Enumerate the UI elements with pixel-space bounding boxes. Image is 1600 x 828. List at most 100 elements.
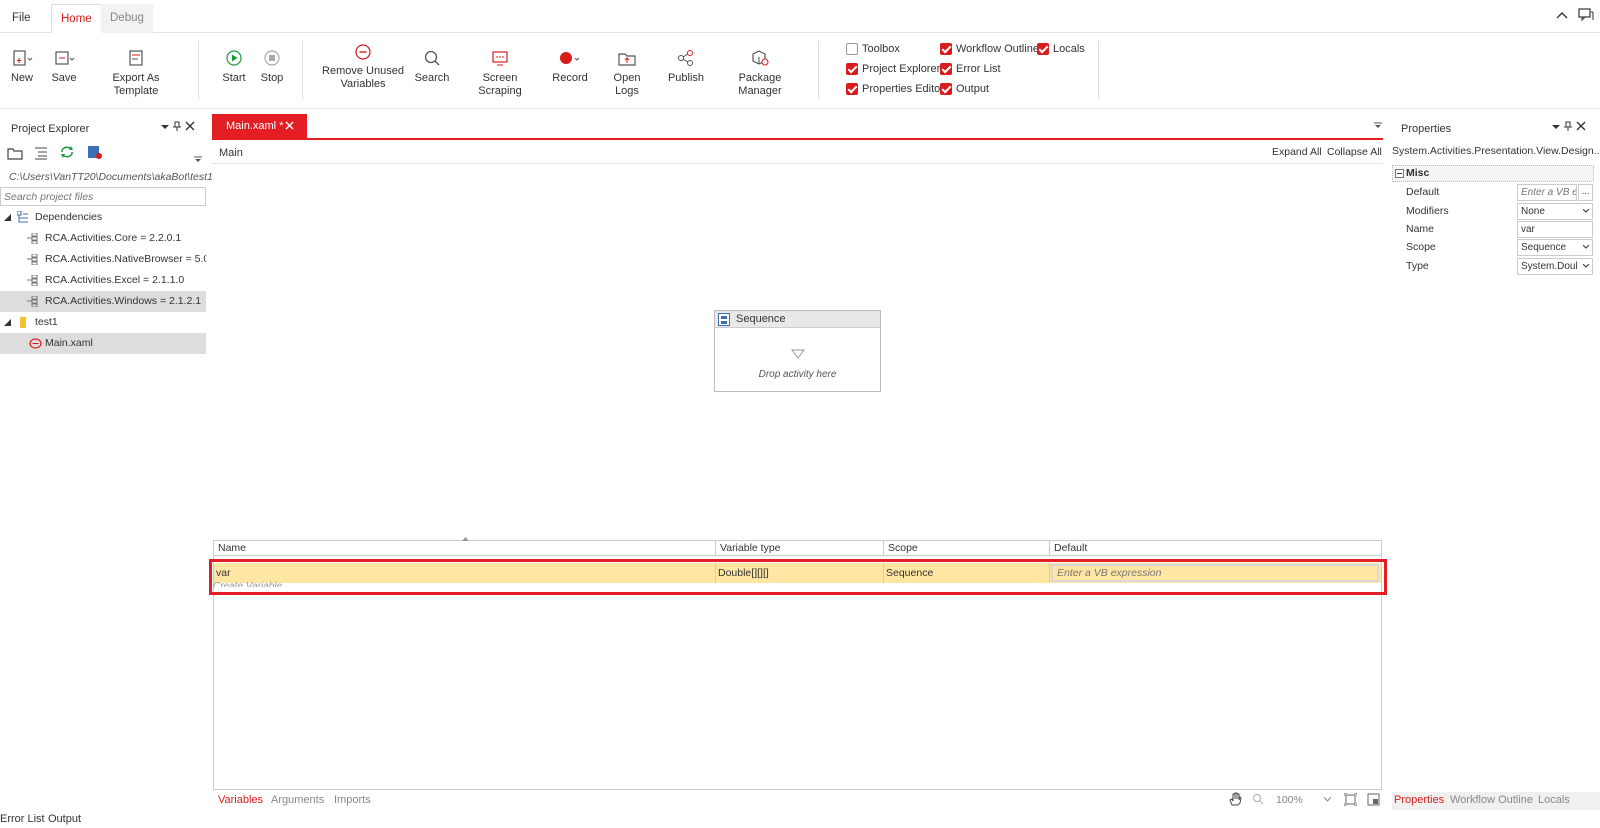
export-template-icon [129, 50, 143, 66]
tab-arguments[interactable]: Arguments [271, 794, 324, 806]
tab-locals[interactable]: Locals [1538, 794, 1570, 806]
tab-workflow-outline[interactable]: Workflow Outline [1450, 794, 1533, 806]
scope-select[interactable]: Sequence [1517, 239, 1593, 256]
column-header-type[interactable]: Variable type [716, 541, 884, 555]
tree-dependencies[interactable]: Dependencies [0, 207, 206, 228]
export-template-button[interactable]: Export As Template [90, 33, 182, 107]
package-manager-button[interactable]: Package Manager [718, 33, 802, 107]
workflow-file-icon [29, 338, 42, 349]
tab-output[interactable]: Output [48, 813, 81, 825]
settings-file-icon[interactable] [87, 145, 103, 160]
search-project-input[interactable] [0, 187, 206, 206]
package-icon [27, 233, 39, 244]
tab-strip-underline [212, 138, 1383, 140]
screen-scraping-button[interactable]: Screen Scraping [462, 33, 538, 107]
overflow-icon[interactable] [194, 155, 202, 163]
tree-dependency-item[interactable]: RCA.Activities.Excel = 2.1.1.0 [0, 270, 206, 291]
ellipsis-button[interactable]: ... [1578, 184, 1593, 201]
overview-map-icon[interactable] [1367, 793, 1380, 806]
panel-dropdown-icon[interactable] [1552, 123, 1560, 131]
tab-list-icon[interactable] [1374, 122, 1382, 130]
tree-expanded-icon[interactable] [4, 319, 11, 326]
toggle-output[interactable]: Output [940, 81, 989, 97]
toggle-properties-editor[interactable]: Properties Editor [846, 81, 944, 97]
checkbox[interactable] [940, 43, 952, 55]
tab-variables[interactable]: Variables [218, 794, 263, 806]
close-icon[interactable] [185, 121, 195, 131]
expand-tree-icon[interactable] [33, 146, 49, 160]
column-header-default[interactable]: Default [1050, 541, 1381, 555]
tree-dependency-item[interactable]: RCA.Activities.NativeBrowser = 5.0.0 [0, 249, 206, 270]
panel-title: Properties [1401, 123, 1452, 135]
collapse-category-icon[interactable] [1395, 169, 1404, 178]
tree-main-file[interactable]: Main.xaml [0, 333, 206, 354]
tree-expanded-icon[interactable] [4, 214, 11, 221]
hand-pan-icon[interactable] [1228, 792, 1242, 806]
tab-imports[interactable]: Imports [334, 794, 371, 806]
search-icon [424, 50, 440, 66]
remove-unused-variables-button[interactable]: Remove Unused Variables [322, 33, 404, 107]
checkbox[interactable] [846, 63, 858, 75]
ribbon-separator [818, 41, 819, 99]
checkbox[interactable] [1037, 43, 1049, 55]
tree-project-folder[interactable]: test1 [0, 312, 206, 333]
modifiers-select[interactable]: None [1517, 203, 1593, 220]
tree-dependency-item[interactable]: RCA.Activities.Core = 2.2.0.1 [0, 228, 206, 249]
fit-screen-icon[interactable] [1344, 793, 1357, 806]
panel-dropdown-icon[interactable] [161, 123, 169, 131]
type-select[interactable]: System.Doul [1517, 258, 1593, 275]
tab-debug[interactable]: Debug [101, 4, 153, 33]
open-logs-button[interactable]: Open Logs [602, 33, 652, 107]
zoom-dropdown-icon[interactable] [1324, 797, 1331, 802]
name-input[interactable]: var [1517, 221, 1593, 238]
pin-icon[interactable] [1564, 121, 1572, 132]
expand-all-link[interactable]: Expand All [1272, 146, 1322, 158]
zoom-icon[interactable] [1252, 793, 1264, 805]
start-button[interactable]: Start [218, 33, 250, 107]
close-tab-icon[interactable] [285, 121, 294, 130]
checkbox[interactable] [940, 83, 952, 95]
stop-button[interactable]: Stop [256, 33, 288, 107]
toggle-locals[interactable]: Locals [1037, 41, 1085, 57]
tab-properties[interactable]: Properties [1394, 794, 1444, 806]
checkbox[interactable] [940, 63, 952, 75]
toggle-project-explorer[interactable]: Project Explorer [846, 61, 940, 77]
column-header-name[interactable]: Name [214, 541, 716, 555]
toggle-error-list[interactable]: Error List [940, 61, 1001, 77]
category-header[interactable]: Misc [1392, 165, 1594, 182]
search-button[interactable]: Search [414, 33, 450, 107]
new-button[interactable]: New [6, 33, 38, 107]
toggle-workflow-outline[interactable]: Workflow Outline [940, 41, 1039, 57]
selection-highlight-box [209, 559, 1387, 595]
collapse-all-link[interactable]: Collapse All [1327, 146, 1382, 158]
publish-button[interactable]: Publish [664, 33, 708, 107]
sequence-header[interactable]: Sequence [715, 311, 880, 328]
menu-bar: File Home Debug [0, 0, 1600, 33]
property-row-modifiers: Modifiers None [1392, 202, 1594, 221]
default-value-input[interactable]: Enter a VB e [1517, 184, 1577, 201]
breadcrumb[interactable]: Main [219, 147, 243, 159]
collapse-ribbon-icon[interactable] [1555, 9, 1569, 21]
tree-dependency-item[interactable]: RCA.Activities.Windows = 2.1.2.1 [0, 291, 206, 312]
column-header-scope[interactable]: Scope [884, 541, 1050, 555]
sequence-activity[interactable]: Sequence Drop activity here [714, 310, 881, 392]
panel-title: Project Explorer [11, 123, 90, 135]
refresh-icon[interactable] [59, 145, 75, 159]
header-separator [214, 555, 1381, 556]
record-button[interactable]: Record [550, 33, 590, 107]
open-folder-icon[interactable] [7, 146, 23, 160]
open-logs-icon [618, 53, 636, 66]
pin-icon[interactable] [173, 121, 181, 132]
close-icon[interactable] [1576, 121, 1586, 131]
tab-error-list[interactable]: Error List [0, 813, 45, 825]
screen-scraping-icon [492, 51, 508, 66]
menu-file[interactable]: File [3, 4, 40, 33]
chat-icon[interactable] [1578, 8, 1594, 22]
checkbox[interactable] [846, 83, 858, 95]
save-button[interactable]: Save [48, 33, 80, 107]
checkbox[interactable] [846, 43, 858, 55]
zoom-level[interactable]: 100% [1276, 794, 1303, 806]
tab-home[interactable]: Home [51, 4, 102, 33]
toggle-toolbox[interactable]: Toolbox [846, 41, 900, 57]
ribbon-separator [198, 41, 199, 99]
